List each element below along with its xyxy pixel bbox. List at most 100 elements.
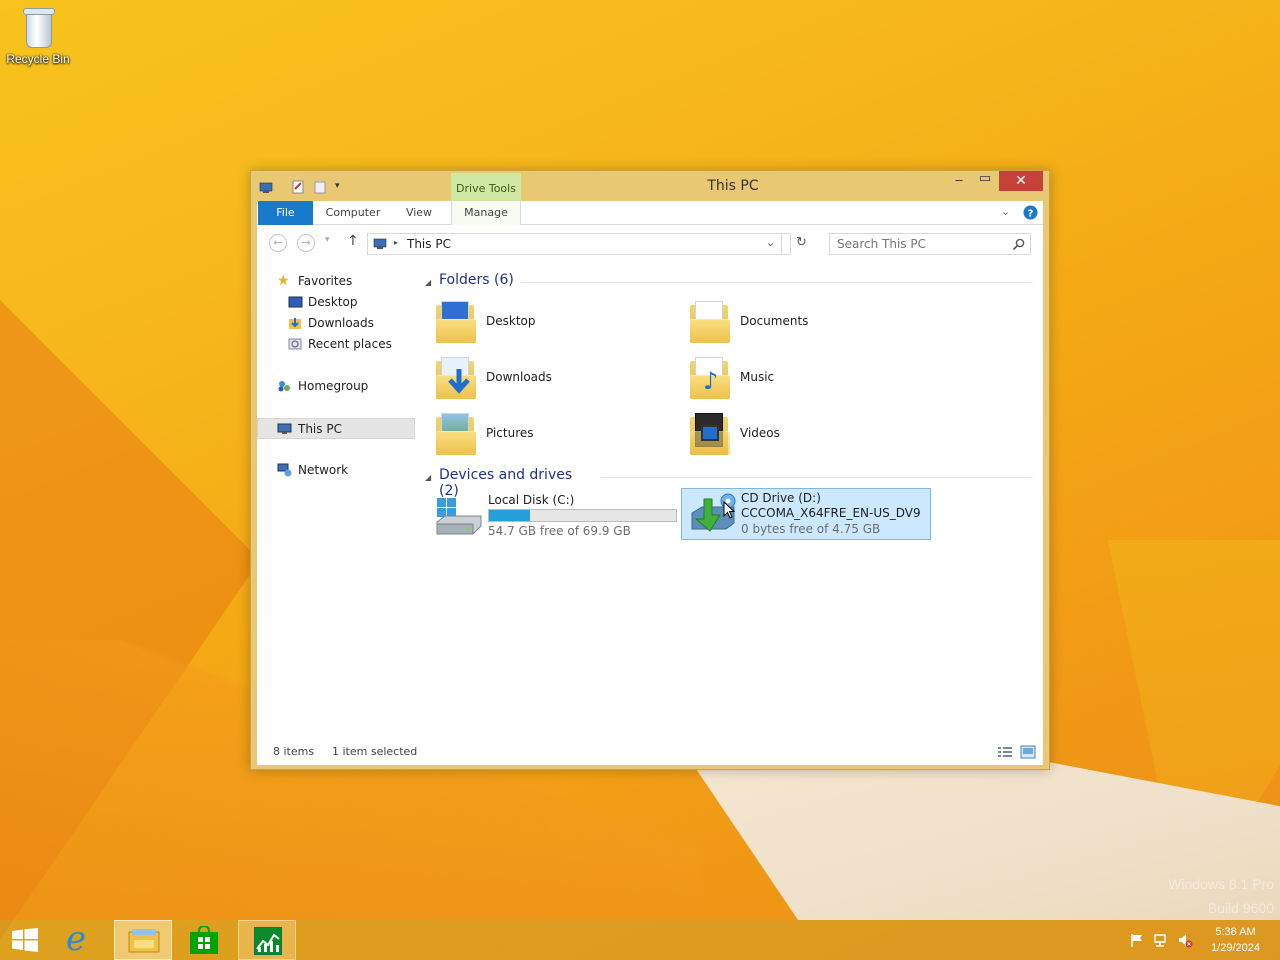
drive-local-disk-c[interactable]: Local Disk (C:) 54.7 GB free of 69.9 GB	[429, 490, 679, 542]
nav-network[interactable]: Network	[257, 460, 415, 481]
taskbar-store[interactable]	[176, 920, 234, 960]
music-folder-icon: ♪	[687, 351, 733, 401]
back-button[interactable]: ←	[269, 234, 287, 252]
nav-network-label: Network	[298, 463, 349, 477]
volume-muted-icon[interactable]	[1177, 932, 1193, 948]
taskbar-task-manager[interactable]	[238, 920, 296, 960]
folder-pictures-label: Pictures	[486, 426, 534, 440]
large-icons-view-icon[interactable]	[1020, 745, 1036, 759]
nav-homegroup[interactable]: Homegroup	[257, 376, 415, 397]
mouse-cursor-icon	[723, 501, 735, 519]
folder-videos[interactable]: Videos	[687, 407, 937, 459]
desktop-icon-recycle-bin[interactable]: Recycle Bin	[6, 6, 70, 66]
group-header-folders[interactable]: ◢ Folders (6)	[425, 272, 525, 292]
collapse-triangle-icon: ◢	[425, 278, 432, 287]
minimize-button[interactable]: ‒	[945, 173, 973, 193]
nav-favorites-downloads[interactable]: Downloads	[257, 313, 415, 334]
breadcrumb-chevron-icon[interactable]: ▸	[394, 238, 398, 247]
pictures-folder-icon	[433, 407, 479, 457]
nav-favorites-desktop[interactable]: Desktop	[257, 292, 415, 313]
taskbar-file-explorer[interactable]	[114, 920, 172, 960]
address-dropdown-icon[interactable]: ⌄	[766, 236, 775, 249]
folder-pictures[interactable]: Pictures	[433, 407, 683, 459]
nav-favorites-label: Favorites	[298, 274, 353, 288]
drive-d-free-text: 0 bytes free of 4.75 GB	[741, 522, 881, 536]
address-divider	[781, 234, 782, 254]
group-divider	[601, 477, 1033, 478]
folder-downloads[interactable]: Downloads	[433, 351, 683, 403]
drive-cd-d[interactable]: CD Drive (D:) CCCOMA_X64FRE_EN-US_DV9 0 …	[681, 488, 931, 540]
search-icon[interactable]	[1012, 238, 1025, 251]
help-icon[interactable]: ?	[1023, 205, 1038, 220]
group-divider	[521, 282, 1033, 283]
nav-recent-places-label: Recent places	[308, 337, 392, 351]
clock-date: 1/29/2024	[1211, 942, 1260, 954]
status-selection: 1 item selected	[332, 745, 418, 758]
taskbar-internet-explorer[interactable]: e	[54, 920, 112, 960]
nav-favorites-recent-places[interactable]: Recent places	[257, 334, 415, 355]
folder-music[interactable]: ♪ Music	[687, 351, 937, 403]
taskbar: e 5:38 AM 1/29/2024	[0, 920, 1280, 960]
nav-favorites[interactable]: ★ Favorites	[257, 271, 415, 292]
address-path: This PC	[407, 237, 451, 251]
forward-button[interactable]: →	[297, 234, 315, 252]
folder-desktop[interactable]: Desktop	[433, 295, 683, 347]
ribbon-expand-icon[interactable]: ⌄	[1001, 205, 1010, 218]
windows-logo-icon	[12, 928, 38, 952]
nav-homegroup-label: Homegroup	[298, 379, 369, 393]
recent-locations-icon[interactable]: ▾	[325, 235, 330, 245]
nav-this-pc-label: This PC	[298, 422, 342, 436]
store-icon	[190, 926, 218, 954]
search-input[interactable]	[837, 237, 1007, 251]
navigation-bar: ← → ▾ ↑ ▸ This PC ⌄ ↻	[257, 225, 1043, 261]
tab-manage[interactable]: Manage	[451, 201, 521, 225]
star-icon: ★	[277, 273, 290, 289]
nav-desktop-label: Desktop	[308, 295, 358, 309]
watermark-build: Build 9600	[1207, 900, 1274, 916]
internet-explorer-icon: e	[66, 919, 87, 959]
tab-view[interactable]: View	[397, 201, 441, 225]
refresh-icon[interactable]: ↻	[796, 235, 807, 250]
search-box[interactable]	[829, 233, 1031, 255]
tab-computer[interactable]: Computer	[321, 201, 385, 225]
clock-time: 5:38 AM	[1215, 926, 1256, 938]
nav-downloads-label: Downloads	[308, 316, 374, 330]
up-arrow-icon[interactable]: ↑	[347, 233, 359, 249]
documents-folder-icon	[687, 295, 733, 345]
drive-c-usage-fill	[489, 510, 530, 521]
drive-d-name: CD Drive (D:)	[741, 491, 821, 505]
maximize-button[interactable]: ▭	[971, 171, 999, 191]
recycle-bin-label: Recycle Bin	[6, 52, 70, 66]
network-icon	[277, 463, 292, 477]
drive-c-name: Local Disk (C:)	[488, 493, 575, 507]
desktop-folder-icon	[433, 295, 479, 345]
title-bar[interactable]: ▾ Drive Tools This PC ‒ ▭ ✕	[251, 171, 1049, 201]
downloads-icon	[289, 318, 301, 329]
address-bar[interactable]: ▸ This PC ⌄	[367, 233, 791, 255]
drive-d-volume-label: CCCOMA_X64FRE_EN-US_DV9	[741, 506, 921, 520]
recycle-bin-icon	[20, 6, 56, 50]
ribbon-tabs: File Computer View Manage ⌄ ?	[257, 201, 1043, 225]
group-header-devices[interactable]: ◢ Devices and drives (2)	[425, 467, 595, 499]
action-center-flag-icon[interactable]	[1129, 932, 1145, 948]
nav-this-pc[interactable]: This PC	[257, 418, 415, 439]
window-title: This PC	[707, 178, 759, 194]
homegroup-icon	[278, 381, 290, 392]
taskbar-clock[interactable]: 5:38 AM 1/29/2024	[1211, 924, 1260, 956]
drive-c-free-text: 54.7 GB free of 69.9 GB	[488, 524, 631, 538]
folder-documents[interactable]: Documents	[687, 295, 937, 347]
file-explorer-icon	[128, 929, 160, 953]
start-button[interactable]	[0, 920, 50, 960]
window-body: ★ Favorites Desktop Downloads Recent pla…	[257, 261, 1043, 741]
folder-videos-label: Videos	[740, 426, 780, 440]
collapse-triangle-icon: ◢	[425, 473, 432, 482]
network-tray-icon[interactable]	[1153, 932, 1169, 948]
details-view-icon[interactable]	[997, 746, 1013, 759]
downloads-folder-icon	[433, 351, 479, 401]
tab-file[interactable]: File	[258, 201, 313, 225]
watermark-edition: Windows 8.1 Pro	[1168, 876, 1274, 892]
status-item-count: 8 items	[273, 745, 315, 758]
content-pane: ◢ Folders (6) Desktop Documents Download…	[425, 261, 1043, 741]
close-button[interactable]: ✕	[999, 171, 1043, 191]
desktop-icon	[288, 296, 303, 308]
